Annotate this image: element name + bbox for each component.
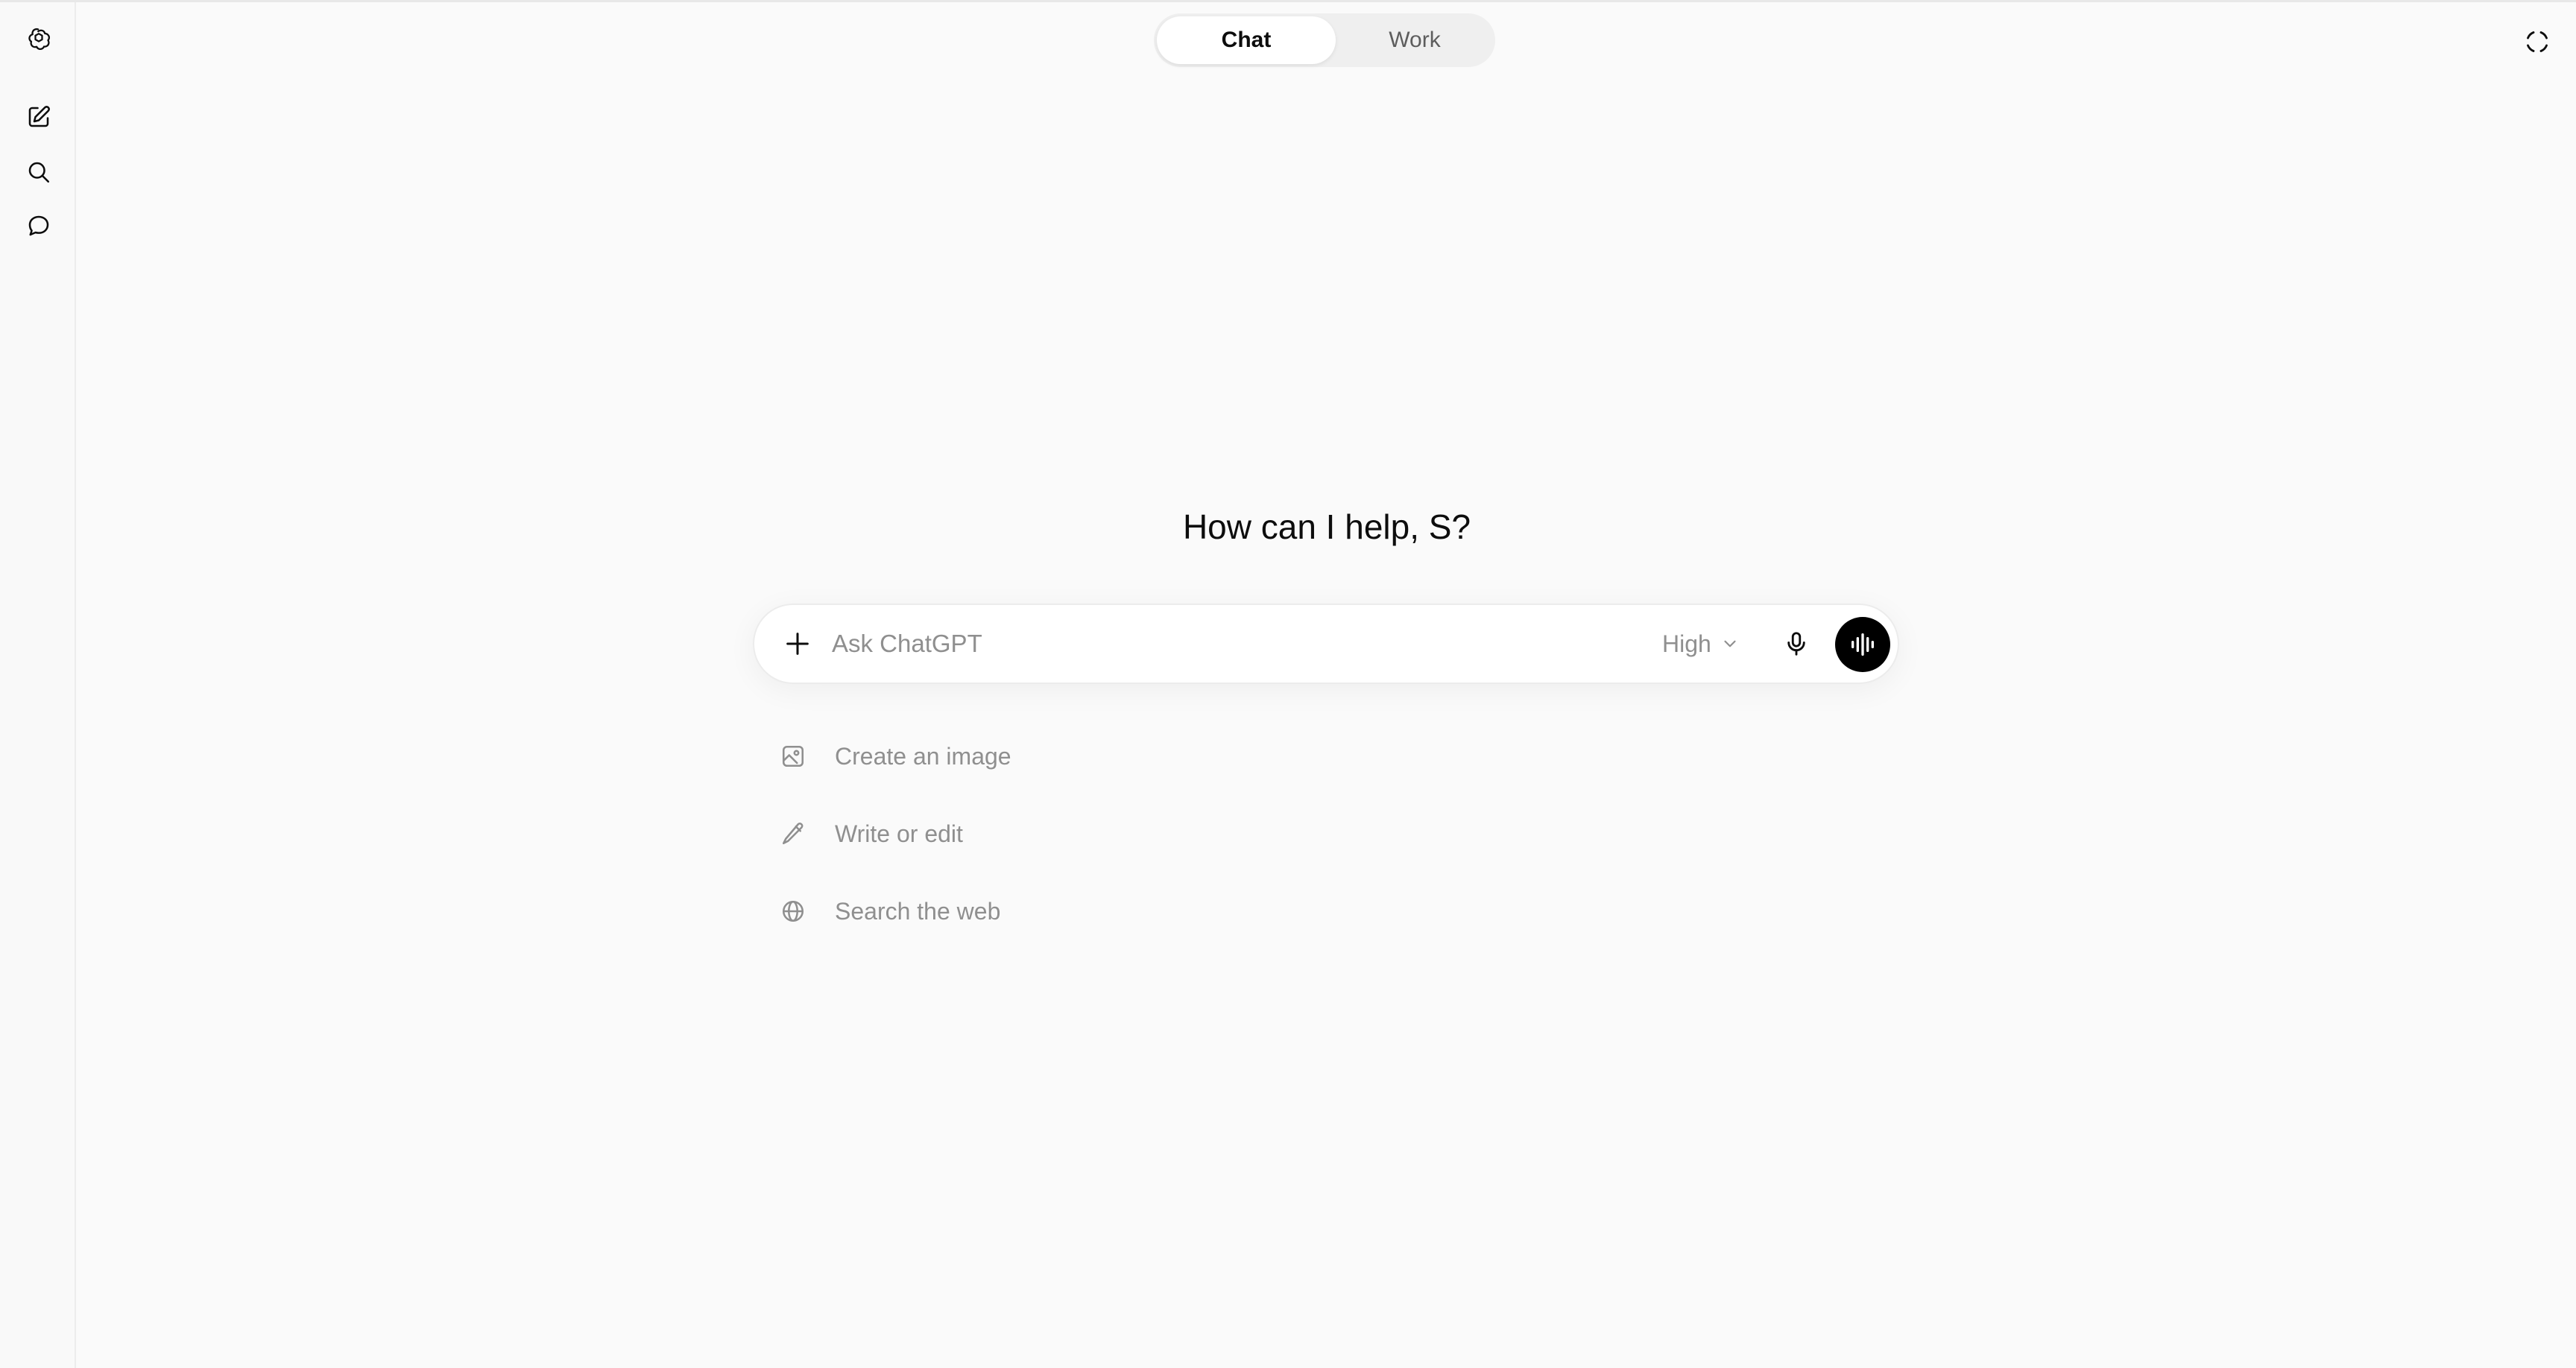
image-icon: [775, 738, 811, 774]
suggestion-label: Write or edit: [835, 820, 963, 847]
suggestion-label: Search the web: [835, 897, 1001, 925]
chevron-down-icon: [1724, 640, 1736, 647]
tab-work[interactable]: Work: [1337, 16, 1492, 64]
mode-switcher: Chat Work: [1154, 13, 1495, 67]
attach-button[interactable]: [777, 623, 818, 665]
greeting-heading: How can I help, S?: [1182, 507, 1471, 546]
prompt-input[interactable]: [832, 623, 1622, 665]
new-chat-button[interactable]: [19, 98, 58, 136]
logo-icon[interactable]: [19, 20, 58, 59]
reasoning-level-label: High: [1662, 630, 1711, 657]
suggestion-create-image[interactable]: Create an image: [775, 730, 1297, 782]
temporary-chat-icon: [2527, 31, 2548, 52]
new-chat-icon: [28, 106, 50, 127]
pencil-icon: [775, 816, 811, 852]
suggestion-label: Create an image: [835, 742, 1011, 770]
chats-button[interactable]: [19, 206, 58, 245]
chat-bubble-icon: [28, 215, 49, 236]
dictate-button[interactable]: [1775, 623, 1817, 665]
microphone-icon: [1787, 632, 1805, 656]
top-divider: [0, 0, 2576, 2]
suggestion-search-web[interactable]: Search the web: [775, 885, 1297, 937]
sidebar-rail: [0, 2, 76, 1368]
tab-chat[interactable]: Chat: [1157, 16, 1336, 64]
temporary-chat-button[interactable]: [2521, 25, 2554, 58]
voice-mode-button[interactable]: [1835, 617, 1890, 672]
reasoning-level-select[interactable]: High: [1662, 623, 1740, 665]
suggestion-list: Create an image Write or edit Search the…: [775, 730, 1297, 963]
app-window: Chat Work How can I help, S? High: [0, 0, 2576, 1368]
search-icon: [28, 162, 50, 183]
plus-icon: [786, 633, 809, 655]
voice-waveform-icon: [1852, 633, 1874, 656]
globe-icon: [775, 893, 811, 929]
suggestion-write-edit[interactable]: Write or edit: [775, 808, 1297, 860]
search-button[interactable]: [19, 153, 58, 191]
composer: High: [753, 604, 1899, 684]
